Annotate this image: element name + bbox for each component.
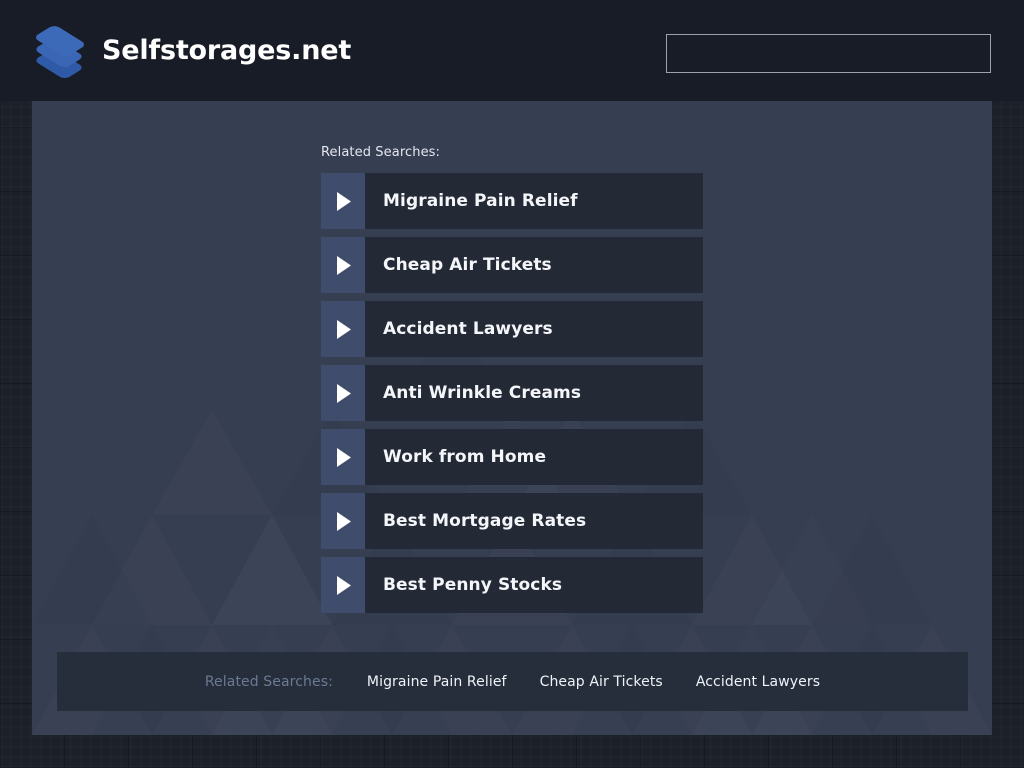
related-search-item-label: Migraine Pain Relief: [365, 173, 703, 229]
play-triangle-icon: [321, 493, 365, 549]
related-search-item[interactable]: Cheap Air Tickets: [321, 237, 703, 293]
stacked-layers-icon: [32, 22, 87, 80]
related-search-item[interactable]: Work from Home: [321, 429, 703, 485]
related-search-item[interactable]: Accident Lawyers: [321, 301, 703, 357]
brand-name: Selfstorages.net: [102, 34, 352, 66]
play-triangle-icon: [321, 429, 365, 485]
footer-link[interactable]: Migraine Pain Relief: [367, 674, 507, 690]
related-search-item[interactable]: Best Penny Stocks: [321, 557, 703, 613]
related-search-item-label: Work from Home: [365, 429, 703, 485]
related-search-item[interactable]: Anti Wrinkle Creams: [321, 365, 703, 421]
related-search-item-label: Accident Lawyers: [365, 301, 703, 357]
brand[interactable]: Selfstorages.net: [32, 22, 352, 80]
footer-link[interactable]: Cheap Air Tickets: [540, 674, 663, 690]
content-panel: Related Searches: Migraine Pain Relief C…: [32, 101, 992, 735]
search-input[interactable]: [666, 34, 991, 73]
related-search-item-label: Best Mortgage Rates: [365, 493, 703, 549]
site-header: Selfstorages.net: [0, 0, 1024, 101]
related-search-item[interactable]: Best Mortgage Rates: [321, 493, 703, 549]
related-searches-heading: Related Searches:: [321, 145, 441, 160]
related-searches-block: Related Searches: Migraine Pain Relief C…: [321, 145, 703, 621]
play-triangle-icon: [321, 365, 365, 421]
footer-related-searches-bar: Related Searches: Migraine Pain Relief C…: [57, 652, 968, 711]
related-search-item-label: Anti Wrinkle Creams: [365, 365, 703, 421]
related-search-item-label: Best Penny Stocks: [365, 557, 703, 613]
related-search-item[interactable]: Migraine Pain Relief: [321, 173, 703, 229]
play-triangle-icon: [321, 237, 365, 293]
play-triangle-icon: [321, 173, 365, 229]
footer-link[interactable]: Accident Lawyers: [696, 674, 820, 690]
footer-related-searches-label: Related Searches:: [204, 673, 333, 690]
related-search-item-label: Cheap Air Tickets: [365, 237, 703, 293]
play-triangle-icon: [321, 557, 365, 613]
play-triangle-icon: [321, 301, 365, 357]
